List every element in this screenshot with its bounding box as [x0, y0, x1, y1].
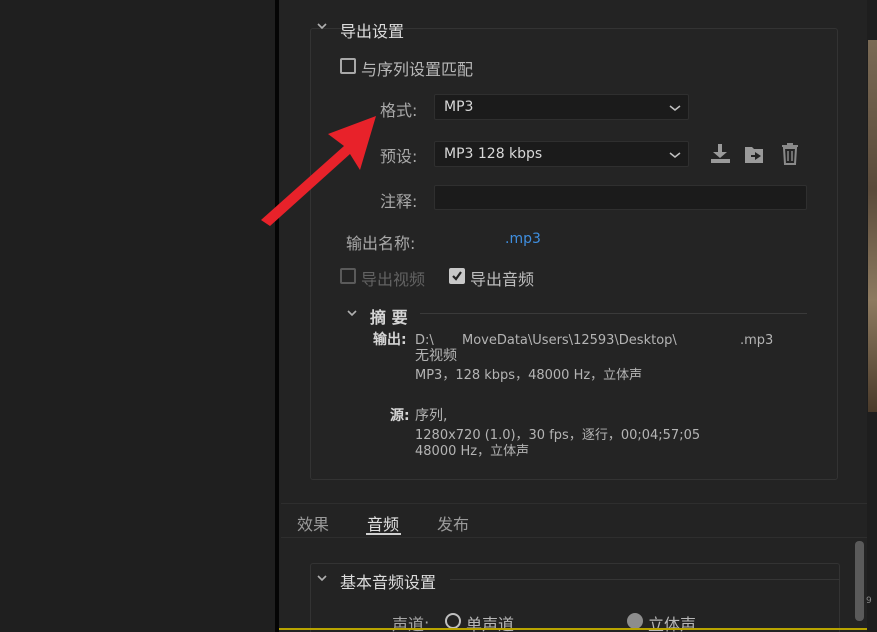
summary-title: 摘 要 — [370, 308, 408, 327]
chevron-down-icon — [669, 105, 681, 111]
output-name-link[interactable]: .mp3 — [505, 231, 541, 247]
preset-dropdown[interactable]: MP3 128 kbps — [434, 141, 689, 167]
chevron-down-icon — [669, 152, 681, 158]
import-preset-icon[interactable] — [743, 143, 769, 165]
chevron-down-icon[interactable] — [317, 573, 327, 583]
output-path-folder: MoveData\Users\12593\Desktop\ — [462, 333, 677, 348]
output-label: 输出: — [373, 332, 407, 348]
export-video-label: 导出视频 — [361, 270, 426, 289]
comment-field[interactable] — [434, 185, 807, 210]
tabs-bottom-border — [281, 537, 867, 538]
edge-mark-text: 9 — [866, 596, 872, 606]
chevron-down-icon[interactable] — [347, 308, 357, 318]
preset-label: 预设: — [380, 147, 418, 166]
scrollbar-thumb[interactable] — [855, 541, 864, 621]
tabs-top-border — [281, 503, 867, 504]
output-audio-info: MP3，128 kbps，48000 Hz，立体声 — [415, 368, 643, 383]
annotation-arrow-icon — [261, 116, 376, 226]
output-name-label: 输出名称: — [346, 234, 416, 253]
summary-divider — [420, 313, 807, 314]
export-video-checkbox[interactable] — [340, 268, 356, 284]
export-audio-label: 导出音频 — [470, 270, 535, 289]
comment-label: 注释: — [380, 192, 418, 211]
mono-radio[interactable] — [445, 613, 461, 629]
tab-audio[interactable]: 音频 — [367, 511, 399, 535]
timeline-marker-line — [279, 628, 867, 630]
match-sequence-checkbox[interactable] — [340, 58, 356, 74]
match-sequence-label: 与序列设置匹配 — [361, 60, 474, 79]
tab-publish[interactable]: 发布 — [437, 511, 469, 535]
export-audio-checkbox[interactable] — [449, 268, 465, 284]
audio-title-divider — [450, 579, 840, 580]
save-preset-icon[interactable] — [709, 143, 733, 165]
format-value: MP3 — [444, 99, 474, 115]
basic-audio-settings-title: 基本音频设置 — [340, 573, 437, 592]
delete-preset-icon[interactable] — [780, 142, 800, 166]
tab-audio-underline — [366, 533, 401, 535]
tab-effects[interactable]: 效果 — [297, 511, 329, 535]
source-sequence: 序列, — [415, 408, 448, 424]
export-settings-title: 导出设置 — [340, 22, 405, 41]
format-dropdown[interactable]: MP3 — [434, 94, 689, 120]
preset-value: MP3 128 kbps — [444, 146, 543, 162]
left-panel — [0, 0, 275, 632]
checkmark-icon — [452, 271, 462, 281]
format-label: 格式: — [380, 101, 418, 120]
output-path-ext: .mp3 — [740, 333, 774, 348]
chevron-down-icon[interactable] — [317, 21, 327, 31]
preview-thumbnail — [868, 40, 877, 412]
output-video-info: 无视频 — [415, 348, 457, 364]
source-audio-info: 48000 Hz，立体声 — [415, 444, 530, 459]
source-label: 源: — [390, 408, 410, 424]
stereo-radio[interactable] — [627, 613, 643, 629]
